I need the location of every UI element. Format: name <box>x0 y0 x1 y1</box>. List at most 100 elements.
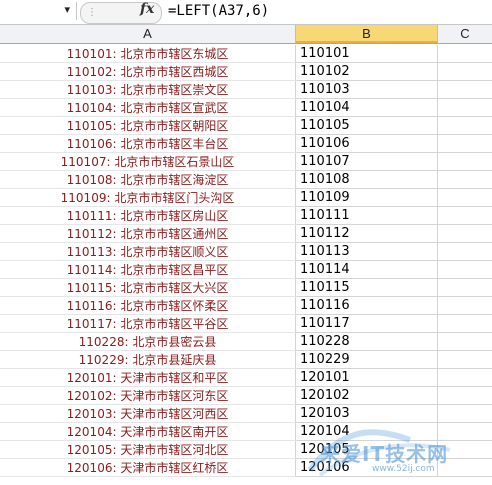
cell-b[interactable]: 110109 <box>296 189 438 207</box>
cell-a[interactable]: 110101: 北京市市辖区东城区 <box>0 45 296 63</box>
cell-c[interactable] <box>438 405 492 423</box>
cell-b[interactable]: 110114 <box>296 261 438 279</box>
table-row: 120101: 天津市市辖区和平区 120101 <box>0 369 492 387</box>
cell-c[interactable] <box>438 117 492 135</box>
cell-a[interactable]: 120103: 天津市市辖区河西区 <box>0 405 296 423</box>
cell-b[interactable]: 110101 <box>296 45 438 63</box>
cell-c[interactable] <box>438 189 492 207</box>
cell-c[interactable] <box>438 171 492 189</box>
cell-c[interactable] <box>438 153 492 171</box>
table-row: 110115: 北京市市辖区大兴区 110115 <box>0 279 492 297</box>
table-row: 110228: 北京市县密云县 110228 <box>0 333 492 351</box>
table-row: 110108: 北京市市辖区海淀区 110108 <box>0 171 492 189</box>
cell-c[interactable] <box>438 261 492 279</box>
cell-c[interactable] <box>438 441 492 459</box>
table-row: 110116: 北京市市辖区怀柔区 110116 <box>0 297 492 315</box>
cell-b[interactable]: 110112 <box>296 225 438 243</box>
cell-c[interactable] <box>438 297 492 315</box>
cell-b[interactable]: 110113 <box>296 243 438 261</box>
cell-a[interactable]: 110103: 北京市市辖区崇文区 <box>0 81 296 99</box>
cell-a[interactable]: 110106: 北京市市辖区丰台区 <box>0 135 296 153</box>
cell-b[interactable]: 110107 <box>296 153 438 171</box>
cell-c[interactable] <box>438 99 492 117</box>
cell-a[interactable]: 110228: 北京市县密云县 <box>0 333 296 351</box>
table-row: 110109: 北京市市辖区门头沟区 110109 <box>0 189 492 207</box>
table-row: 110102: 北京市市辖区西城区 110102 <box>0 63 492 81</box>
cell-b[interactable]: 110229 <box>296 351 438 369</box>
cell-a[interactable]: 120105: 天津市市辖区河北区 <box>0 441 296 459</box>
insert-function-icon[interactable]: fx <box>140 1 154 17</box>
cell-b[interactable]: 120106 <box>296 459 438 477</box>
column-header-a[interactable]: A <box>0 25 296 43</box>
cell-a[interactable]: 120102: 天津市市辖区河东区 <box>0 387 296 405</box>
cell-c[interactable] <box>438 45 492 63</box>
cell-c[interactable] <box>438 225 492 243</box>
cell-c[interactable] <box>438 207 492 225</box>
column-header-c[interactable]: C <box>438 25 492 43</box>
cell-b[interactable]: 110111 <box>296 207 438 225</box>
cell-b[interactable]: 110108 <box>296 171 438 189</box>
cell-b[interactable]: 110106 <box>296 135 438 153</box>
cell-b[interactable]: 110103 <box>296 81 438 99</box>
column-header-b[interactable]: B <box>296 25 438 43</box>
cell-c[interactable] <box>438 81 492 99</box>
cell-c[interactable] <box>438 63 492 81</box>
table-row: 110104: 北京市市辖区宣武区 110104 <box>0 99 492 117</box>
cell-a[interactable]: 110114: 北京市市辖区昌平区 <box>0 261 296 279</box>
cell-a[interactable]: 110107: 北京市市辖区石景山区 <box>0 153 296 171</box>
cell-a[interactable]: 110116: 北京市市辖区怀柔区 <box>0 297 296 315</box>
cell-b[interactable]: 110115 <box>296 279 438 297</box>
cell-c[interactable] <box>438 351 492 369</box>
cell-b[interactable]: 120104 <box>296 423 438 441</box>
formula-input[interactable]: =LEFT(A37,6) <box>168 3 269 19</box>
cell-b[interactable]: 110228 <box>296 333 438 351</box>
column-header-row: A B C <box>0 25 492 44</box>
cell-a[interactable]: 110111: 北京市市辖区房山区 <box>0 207 296 225</box>
cell-c[interactable] <box>438 423 492 441</box>
table-row: 110114: 北京市市辖区昌平区 110114 <box>0 261 492 279</box>
cell-b[interactable]: 110104 <box>296 99 438 117</box>
cell-b[interactable]: 110116 <box>296 297 438 315</box>
table-row: 110112: 北京市市辖区通州区 110112 <box>0 225 492 243</box>
cell-b[interactable]: 120101 <box>296 369 438 387</box>
cell-b[interactable]: 110102 <box>296 63 438 81</box>
cell-b[interactable]: 120105 <box>296 441 438 459</box>
cell-b[interactable]: 120103 <box>296 405 438 423</box>
cell-a[interactable]: 110117: 北京市市辖区平谷区 <box>0 315 296 333</box>
chevron-down-icon[interactable]: ▾ <box>64 3 70 16</box>
formula-bar: ▾ ⋮ fx =LEFT(A37,6) <box>0 0 492 25</box>
cell-grid: 110101: 北京市市辖区东城区 110101 110102: 北京市市辖区西城区… <box>0 44 492 481</box>
table-row: 120103: 天津市市辖区河西区 120103 <box>0 405 492 423</box>
table-row: 110106: 北京市市辖区丰台区 110106 <box>0 135 492 153</box>
cell-a[interactable]: 120106: 天津市市辖区红桥区 <box>0 459 296 477</box>
table-row: 110117: 北京市市辖区平谷区 110117 <box>0 315 492 333</box>
cell-b[interactable]: 110105 <box>296 117 438 135</box>
cell-a[interactable]: 110115: 北京市市辖区大兴区 <box>0 279 296 297</box>
cell-c[interactable] <box>438 369 492 387</box>
cell-c[interactable] <box>438 243 492 261</box>
cell-a[interactable]: 110229: 北京市县延庆县 <box>0 351 296 369</box>
name-box[interactable]: ▾ <box>0 2 77 20</box>
cell-c[interactable] <box>438 135 492 153</box>
cell-c[interactable] <box>438 387 492 405</box>
cell-c[interactable] <box>438 459 492 477</box>
cell-c[interactable] <box>438 315 492 333</box>
cell-b[interactable]: 110117 <box>296 315 438 333</box>
resize-handle-icon[interactable]: ⋮ <box>87 7 97 18</box>
cell-a[interactable]: 120101: 天津市市辖区和平区 <box>0 369 296 387</box>
cell-c[interactable] <box>438 279 492 297</box>
cell-a[interactable]: 110112: 北京市市辖区通州区 <box>0 225 296 243</box>
cell-c[interactable] <box>438 333 492 351</box>
table-row: 110107: 北京市市辖区石景山区 110107 <box>0 153 492 171</box>
cell-a[interactable]: 110109: 北京市市辖区门头沟区 <box>0 189 296 207</box>
table-row: 110111: 北京市市辖区房山区 110111 <box>0 207 492 225</box>
cell-a[interactable]: 110105: 北京市市辖区朝阳区 <box>0 117 296 135</box>
cell-b[interactable]: 120102 <box>296 387 438 405</box>
cell-a[interactable]: 110104: 北京市市辖区宣武区 <box>0 99 296 117</box>
cell-a[interactable]: 120104: 天津市市辖区南开区 <box>0 423 296 441</box>
table-row: 110101: 北京市市辖区东城区 110101 <box>0 45 492 63</box>
cell-a[interactable]: 110102: 北京市市辖区西城区 <box>0 63 296 81</box>
cell-a[interactable]: 110113: 北京市市辖区顺义区 <box>0 243 296 261</box>
cell-a[interactable]: 110108: 北京市市辖区海淀区 <box>0 171 296 189</box>
table-row: 110103: 北京市市辖区崇文区 110103 <box>0 81 492 99</box>
